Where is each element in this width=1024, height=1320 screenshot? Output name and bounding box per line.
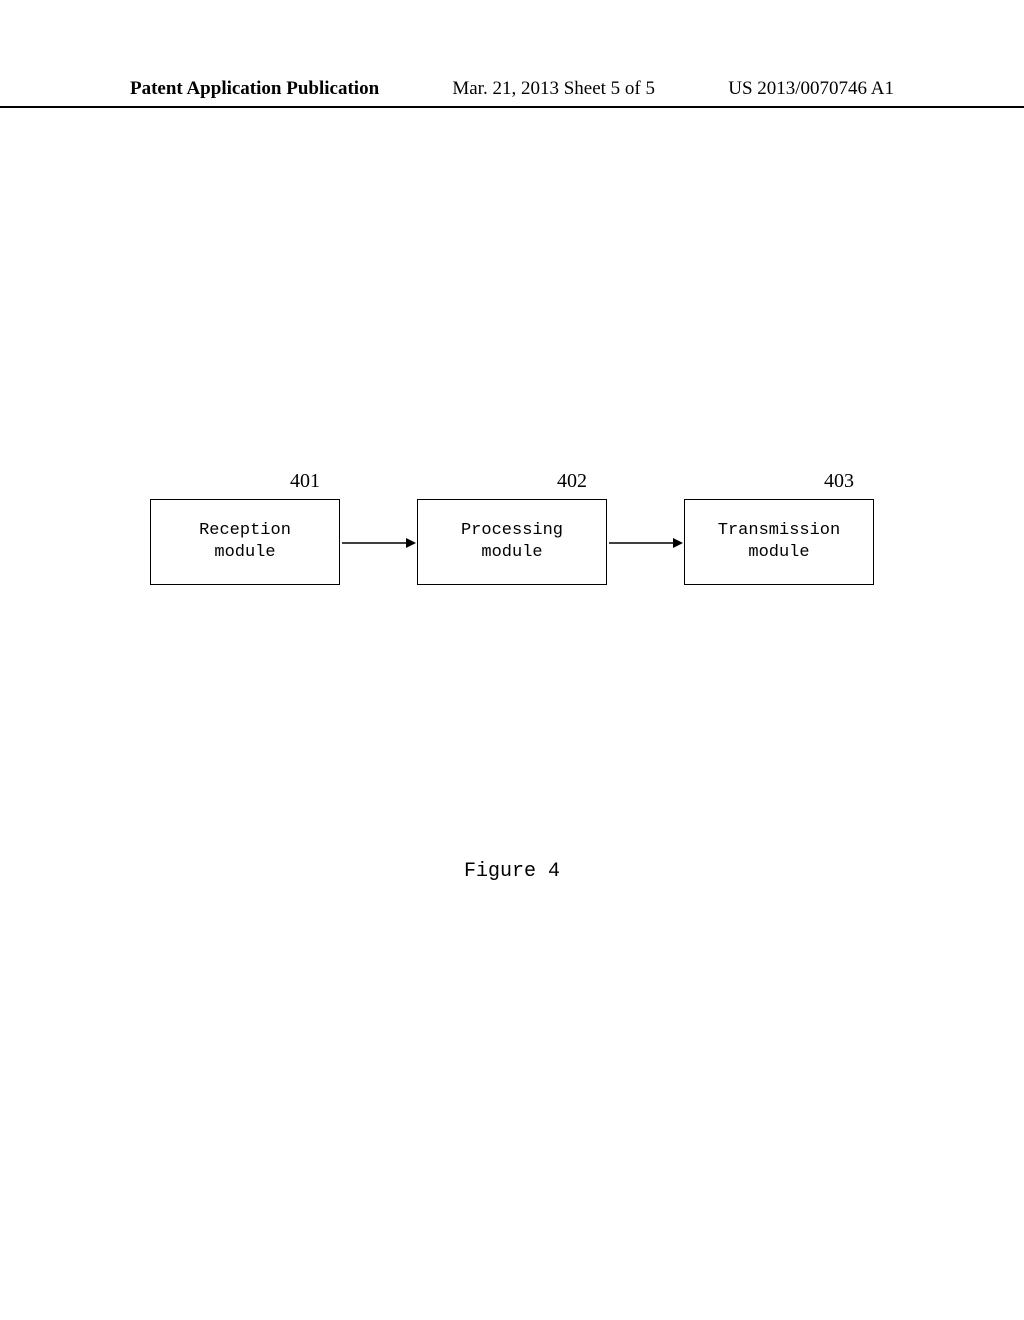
header-row: Patent Application Publication Mar. 21, … — [0, 78, 1024, 100]
arrow-2 — [609, 542, 683, 544]
block-ref-403: 403 — [824, 470, 874, 493]
arrow-1 — [342, 542, 416, 544]
block-processing: 402 Processing module — [417, 470, 607, 585]
block-box-reception: Reception module — [150, 499, 340, 585]
block-ref-402: 402 — [557, 470, 607, 493]
block-box-processing: Processing module — [417, 499, 607, 585]
block-diagram: 401 Reception module 402 Processing modu… — [150, 470, 874, 585]
publication-number: US 2013/0070746 A1 — [728, 78, 894, 100]
publication-type: Patent Application Publication — [130, 78, 379, 100]
block-ref-401: 401 — [290, 470, 340, 493]
arrow-right-icon — [609, 542, 683, 544]
diagram-row: 401 Reception module 402 Processing modu… — [150, 470, 874, 585]
block-box-transmission: Transmission module — [684, 499, 874, 585]
block-reception: 401 Reception module — [150, 470, 340, 585]
arrow-right-icon — [342, 542, 416, 544]
date-sheet: Mar. 21, 2013 Sheet 5 of 5 — [452, 78, 655, 100]
page-header: Patent Application Publication Mar. 21, … — [0, 78, 1024, 108]
figure-caption: Figure 4 — [0, 860, 1024, 883]
block-transmission: 403 Transmission module — [684, 470, 874, 585]
